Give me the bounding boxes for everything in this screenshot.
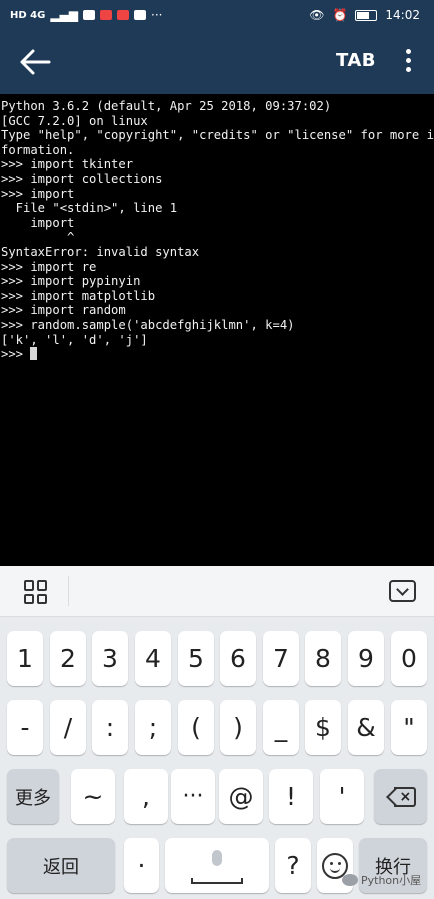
terminal-line: >>> import tkinter: [1, 157, 134, 172]
app-bar: TAB: [0, 30, 434, 94]
terminal-prompt-line[interactable]: >>>: [1, 347, 434, 362]
terminal-line: [GCC 7.2.0] on linux: [1, 113, 148, 128]
terminal-line: >>> import re: [1, 259, 97, 274]
terminal-line: import: [1, 215, 75, 230]
back-arrow-icon[interactable]: [18, 44, 52, 80]
wechat-logo-icon: [342, 874, 358, 886]
terminal-lines: Python 3.6.2 (default, Apr 25 2018, 09:3…: [1, 99, 434, 347]
key-4[interactable]: 4: [135, 631, 171, 686]
back-to-letters-button[interactable]: 返回: [7, 838, 115, 893]
key-colon[interactable]: :: [92, 700, 128, 755]
key-exclamation[interactable]: !: [269, 769, 313, 824]
key-question[interactable]: ?: [275, 838, 311, 893]
key-dollar[interactable]: $: [305, 700, 341, 755]
key-close-paren[interactable]: ): [220, 700, 256, 755]
key-1[interactable]: 1: [7, 631, 43, 686]
soft-keyboard: 1 2 3 4 5 6 7 8 9 0 - / : ; ( ) _ $ & " …: [0, 566, 434, 899]
signal-icon: ▂▄▆: [50, 8, 79, 22]
key-open-paren[interactable]: (: [178, 700, 214, 755]
wechat-icon: [83, 10, 96, 20]
backspace-icon: ×: [385, 786, 416, 807]
key-5[interactable]: 5: [178, 631, 214, 686]
terminal-line: SyntaxError: invalid syntax: [1, 244, 200, 259]
key-8[interactable]: 8: [305, 631, 341, 686]
status-bar: HD 4G ▂▄▆ ··· 👁 ⏰ 14:02: [0, 0, 434, 30]
key-comma[interactable]: ,: [124, 769, 168, 824]
backspace-button[interactable]: ×: [374, 769, 427, 824]
terminal-line: >>> import pypinyin: [1, 274, 141, 289]
key-ampersand[interactable]: &: [348, 700, 384, 755]
key-3[interactable]: 3: [92, 631, 128, 686]
browser-icon: [134, 10, 147, 20]
toolbar-divider: [68, 576, 69, 606]
more-notifications-icon: ···: [151, 8, 163, 22]
status-indicators: HD 4G ▂▄▆ ···: [10, 8, 162, 22]
terminal-line: >>> random.sample('abcdefghijklmn', k=4): [1, 317, 295, 332]
battery-icon: [355, 9, 378, 21]
overflow-menu-icon[interactable]: [398, 46, 418, 78]
terminal-line: ['k', 'l', 'd', 'j']: [1, 332, 148, 347]
mail-icon: [117, 10, 130, 20]
key-6[interactable]: 6: [220, 631, 256, 686]
watermark-text: Python小屋: [361, 874, 422, 887]
network-indicator: HD 4G: [10, 9, 46, 21]
alarm-icon: ⏰: [332, 8, 348, 22]
terminal-output[interactable]: Python 3.6.2 (default, Apr 25 2018, 09:3…: [0, 94, 434, 566]
clock: 14:02: [385, 8, 420, 22]
key-tilde[interactable]: ~: [71, 769, 115, 824]
microphone-icon: [187, 846, 247, 886]
key-slash[interactable]: /: [50, 700, 86, 755]
key-quote[interactable]: ": [391, 700, 427, 755]
key-ellipsis[interactable]: ···: [171, 769, 215, 824]
terminal-line: Python 3.6.2 (default, Apr 25 2018, 09:3…: [1, 99, 332, 113]
terminal-line: >>> import matplotlib: [1, 288, 156, 303]
terminal-line: >>> import random: [1, 303, 126, 318]
key-7[interactable]: 7: [263, 631, 299, 686]
terminal-line: ^: [1, 230, 75, 245]
terminal-line: File "<stdin>", line 1: [1, 201, 178, 216]
hide-keyboard-icon[interactable]: [389, 580, 416, 602]
notification-icon: [100, 10, 113, 20]
prompt: >>>: [1, 347, 31, 362]
key-underscore[interactable]: _: [263, 700, 299, 755]
key-at[interactable]: @: [219, 769, 263, 824]
key-hyphen[interactable]: -: [7, 700, 43, 755]
terminal-line: >>> import collections: [1, 171, 163, 186]
text-cursor: [30, 347, 38, 361]
key-semicolon[interactable]: ;: [135, 700, 171, 755]
key-0[interactable]: 0: [391, 631, 427, 686]
key-9[interactable]: 9: [348, 631, 384, 686]
eye-icon: 👁: [309, 8, 325, 22]
terminal-line: formation.: [1, 142, 75, 157]
tab-button[interactable]: TAB: [336, 50, 376, 71]
key-apostrophe[interactable]: ': [320, 769, 364, 824]
keyboard-toolbar: [0, 566, 434, 617]
key-middle-dot[interactable]: ·: [124, 838, 159, 893]
terminal-line: Type "help", "copyright", "credits" or "…: [1, 128, 434, 143]
space-bar[interactable]: [165, 838, 269, 893]
key-2[interactable]: 2: [50, 631, 86, 686]
watermark: Python小屋: [342, 872, 421, 888]
more-symbols-button[interactable]: 更多: [7, 769, 59, 824]
apps-grid-icon[interactable]: [24, 580, 48, 604]
terminal-line: >>> import: [1, 186, 75, 201]
